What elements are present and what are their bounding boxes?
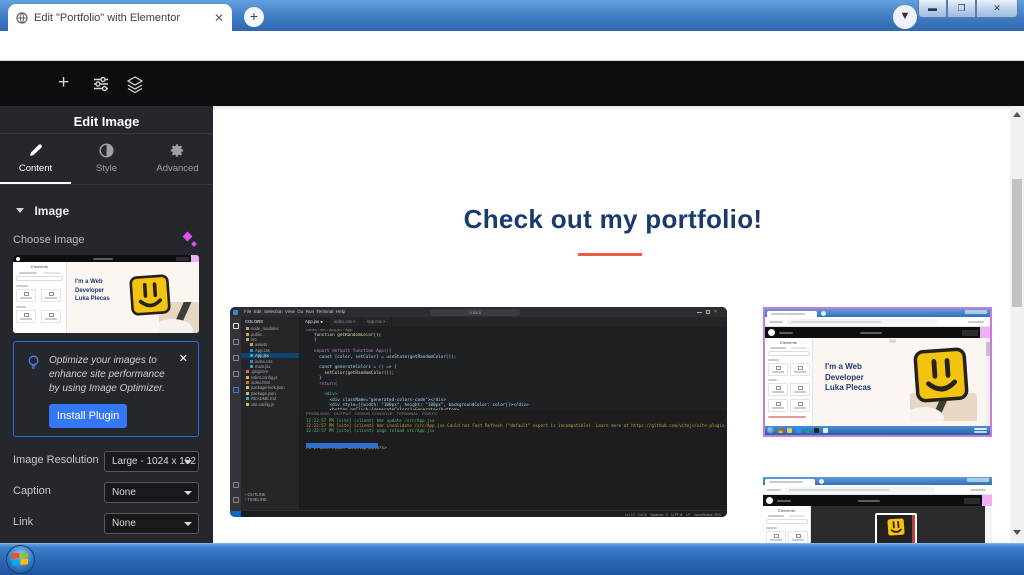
canvas-scrollbar[interactable]: [1010, 106, 1024, 543]
vscode-menu: File Edit Selection View Go Run Terminal…: [244, 309, 345, 314]
bulb-icon: [27, 355, 40, 370]
scrollbar-up-icon[interactable]: [1013, 112, 1021, 117]
tab-label: Style: [71, 163, 142, 174]
vscode-code: function getRandomColor(){ } export defa…: [300, 333, 727, 410]
heading-divider[interactable]: [578, 253, 642, 256]
elementor-panel: Edit Image Content Style Advanced Image …: [0, 106, 213, 543]
new-tab-button[interactable]: +: [244, 7, 264, 27]
minimize-button[interactable]: ▬: [918, 0, 947, 18]
browser-titlebar: Edit "Portfolio" with Elementor ✕ + ▼ ▬ …: [0, 0, 1024, 31]
windows-taskbar: ∞ ✂ 11:15 AM 4/16/2025: [0, 543, 1024, 575]
vscode-search: colors: [430, 309, 520, 316]
section-image-header[interactable]: Image: [16, 202, 69, 220]
ai-icon[interactable]: [184, 233, 196, 246]
field-label: Image Resolution: [13, 454, 99, 466]
choose-image-label: Choose Image: [13, 234, 85, 246]
add-element-icon[interactable]: +: [58, 72, 69, 94]
vscode-logo: [233, 310, 238, 315]
install-plugin-button[interactable]: Install Plugin: [49, 404, 127, 428]
portfolio-screenshot-2[interactable]: Elements: [763, 477, 992, 543]
mini-canvas-dark: [811, 506, 992, 543]
start-button[interactable]: [6, 545, 35, 574]
smiley-icon: [885, 516, 906, 537]
panel-title: Edit Image: [0, 114, 213, 129]
vscode-screenshot[interactable]: File Edit Selection View Go Run Terminal…: [230, 307, 727, 517]
mini-canvas: I'm a Web Developer Luka Plecas: [813, 338, 990, 435]
vscode-statusbar: Ln 17, Col 6 Spaces: 2 UTF-8 LF JavaScri…: [230, 510, 727, 517]
elementor-topbar: + Portfolio ? Publish: [0, 61, 1024, 106]
portfolio-heading[interactable]: Check out my portfolio!: [313, 204, 913, 235]
terminal-selection: [306, 443, 378, 448]
thumb-elementor-bar: [13, 255, 199, 262]
mini-widgets-panel: Elements: [765, 338, 813, 435]
caret-down-icon: [16, 208, 24, 213]
globe-icon: [16, 12, 28, 24]
tab-label: Content: [0, 163, 71, 174]
browser-toolbar: motol.dexte.rs/wp-admin/post.php?post=13…: [0, 31, 1024, 61]
field-caption: Caption None: [0, 482, 213, 503]
structure-icon[interactable]: [126, 75, 144, 93]
optimizer-notice: Optimize your images to enhance site per…: [13, 341, 199, 437]
tab-style[interactable]: Style: [71, 134, 142, 184]
portfolio-screenshot-1[interactable]: Elements I'm a Web Developer Luka Pleca: [763, 307, 992, 437]
close-button[interactable]: ✕: [976, 0, 1018, 18]
vscode-editor-tabs: App.jsx ● index.css × App.css ×: [300, 317, 727, 326]
select-caret-icon: [184, 460, 192, 464]
caption-select[interactable]: None: [104, 482, 199, 503]
mini-taskbar: [765, 426, 990, 435]
vscode-breadcrumb: colors › src › App.jsx › App: [300, 326, 727, 333]
thumb-widgets-panel: Elements: [13, 262, 67, 333]
tab-content[interactable]: Content: [0, 134, 71, 184]
field-label: Caption: [13, 485, 51, 497]
section-title: Image: [34, 204, 69, 218]
thumb-canvas: I'm a Web Developer Luka Plecas: [67, 262, 199, 333]
tab-title: Edit "Portfolio" with Elementor: [34, 12, 208, 24]
tab-list-chevron-icon[interactable]: ▼: [893, 5, 917, 29]
tab-advanced[interactable]: Advanced: [142, 134, 213, 184]
notice-text: Optimize your images to enhance site per…: [49, 354, 171, 396]
editor-canvas: Check out my portfolio! File Edit Select…: [213, 106, 1010, 543]
scrollbar-down-icon[interactable]: [1013, 530, 1021, 535]
gear-icon: [142, 143, 213, 158]
site-settings-icon[interactable]: [92, 75, 110, 93]
scrollbar-thumb[interactable]: [1012, 179, 1022, 307]
window-controls: ▬ ❐ ✕: [918, 0, 1018, 18]
maximize-button[interactable]: ❐: [947, 0, 976, 18]
select-caret-icon: [184, 522, 192, 526]
tab-label: Advanced: [142, 163, 213, 174]
vscode-window-controls: ×: [697, 310, 723, 314]
divider: [0, 184, 213, 185]
tab-close-icon[interactable]: ✕: [214, 12, 224, 24]
image-thumbnail[interactable]: Elements I'm a Web Developer Luka Plecas: [13, 255, 199, 333]
field-image-resolution: Image Resolution Large - 1024 x 102: [0, 451, 213, 472]
vscode-activity-bar: [230, 317, 241, 510]
mini-widgets-panel: Elements: [763, 506, 811, 543]
sparkle: [191, 241, 197, 247]
screen: Edit "Portfolio" with Elementor ✕ + ▼ ▬ …: [0, 0, 1024, 575]
vscode-terminal: PROBLEMS OUTPUT DEBUG CONSOLE TERMINAL P…: [300, 410, 727, 510]
windows-flag-icon: [12, 553, 29, 567]
contrast-icon: [71, 143, 142, 158]
link-select[interactable]: None: [104, 513, 199, 534]
notice-close-icon[interactable]: ✕: [179, 352, 188, 365]
field-label: Link: [13, 516, 33, 528]
smiley-icon: [911, 345, 971, 405]
sparkle: [183, 232, 193, 242]
pencil-icon: [0, 143, 71, 158]
field-link: Link None: [0, 513, 213, 534]
vscode-titlebar: File Edit Selection View Go Run Terminal…: [230, 307, 727, 317]
browser-tab[interactable]: Edit "Portfolio" with Elementor ✕: [8, 4, 232, 31]
select-caret-icon: [184, 491, 192, 495]
vscode-explorer: COLORS node_modules public src assets Ap…: [241, 317, 300, 510]
smiley-icon: [128, 273, 173, 318]
image-resolution-select[interactable]: Large - 1024 x 102: [104, 451, 199, 472]
